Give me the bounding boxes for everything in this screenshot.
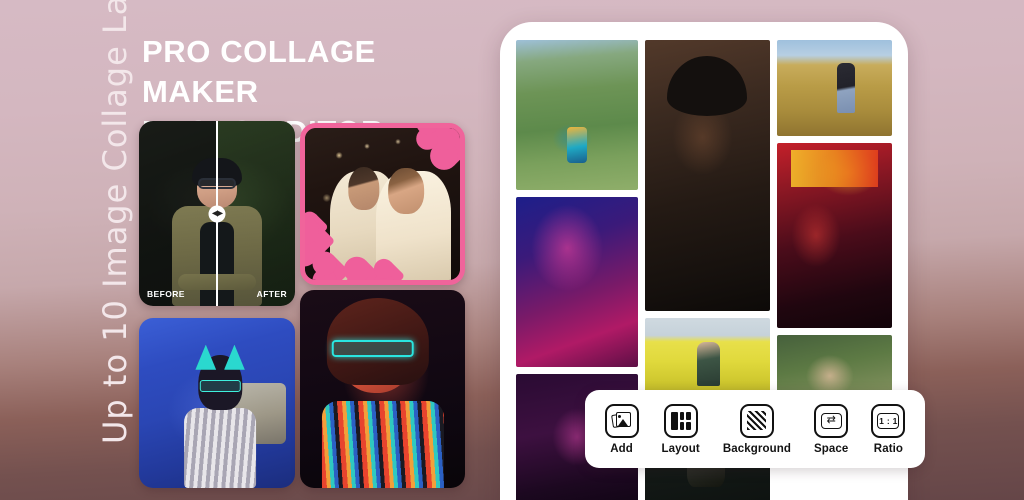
after-label: AFTER [256,289,287,299]
left-promo-panel: Up to 10 Image Collage Layout PRO COLLAG… [0,0,500,500]
aspect-ratio-icon[interactable]: 1 : 1 [871,403,906,438]
toolbar-label-background: Background [722,442,791,455]
toolbar-label-add: Add [610,442,633,455]
diagonal-stripes-icon[interactable] [739,403,774,438]
headline-line-1: PRO COLLAGE MAKER [142,34,376,109]
neon-glasses-sticker [331,339,414,358]
groom-head [348,167,380,210]
photo-yellow-field[interactable] [644,317,770,397]
toolbar-item-ratio[interactable]: 1 : 1 Ratio [871,403,906,455]
toolbar-item-add[interactable]: Add [604,403,639,455]
before-after-card[interactable]: ◀▶ BEFORE AFTER [139,121,295,306]
toolbar-label-layout: Layout [661,442,700,455]
bride-head [388,168,424,215]
selfie-subject [183,344,258,488]
toolbar-label-ratio: Ratio [873,442,904,455]
spacing-arrows-icon[interactable]: ⇄ [814,403,849,438]
cat-ear-right [224,344,245,370]
toolbar-item-layout[interactable]: Layout [661,403,700,455]
toolbar-item-background[interactable]: Background [722,403,791,455]
vertical-tagline: Up to 10 Image Collage Layout [96,0,134,444]
add-photo-icon[interactable] [604,403,639,438]
before-label: BEFORE [147,289,185,299]
blue-selfie-card[interactable] [139,318,295,488]
neon-portrait-card[interactable] [300,290,465,488]
spacing-arrows-glyph: ⇄ [820,412,842,429]
toolbar-label-space: Space [814,442,849,455]
photo-wheat-field[interactable] [776,40,892,136]
drag-handle-icon[interactable]: ◀▶ [208,205,226,222]
cat-ears-sticker [195,344,245,370]
photo-forest-walk[interactable] [516,40,638,190]
grid-layout-icon[interactable] [663,403,698,438]
striped-top [321,400,444,488]
photo-hat-girl[interactable] [644,40,770,311]
wedding-photo-card[interactable] [300,123,465,285]
toolbar-item-space[interactable]: ⇄ Space [814,403,849,455]
photo-neon-pink-hair[interactable] [516,197,638,367]
cat-ear-left [195,344,217,370]
neon-glasses-sticker [199,379,241,393]
wedding-photo [305,128,460,280]
editor-toolbar: Add Layout Background ⇄ Space 1 : 1 Rati… [585,390,925,468]
striped-shirt [184,407,257,488]
aspect-ratio-value: 1 : 1 [877,412,900,429]
photo-neon-sign-girl[interactable] [776,143,892,328]
